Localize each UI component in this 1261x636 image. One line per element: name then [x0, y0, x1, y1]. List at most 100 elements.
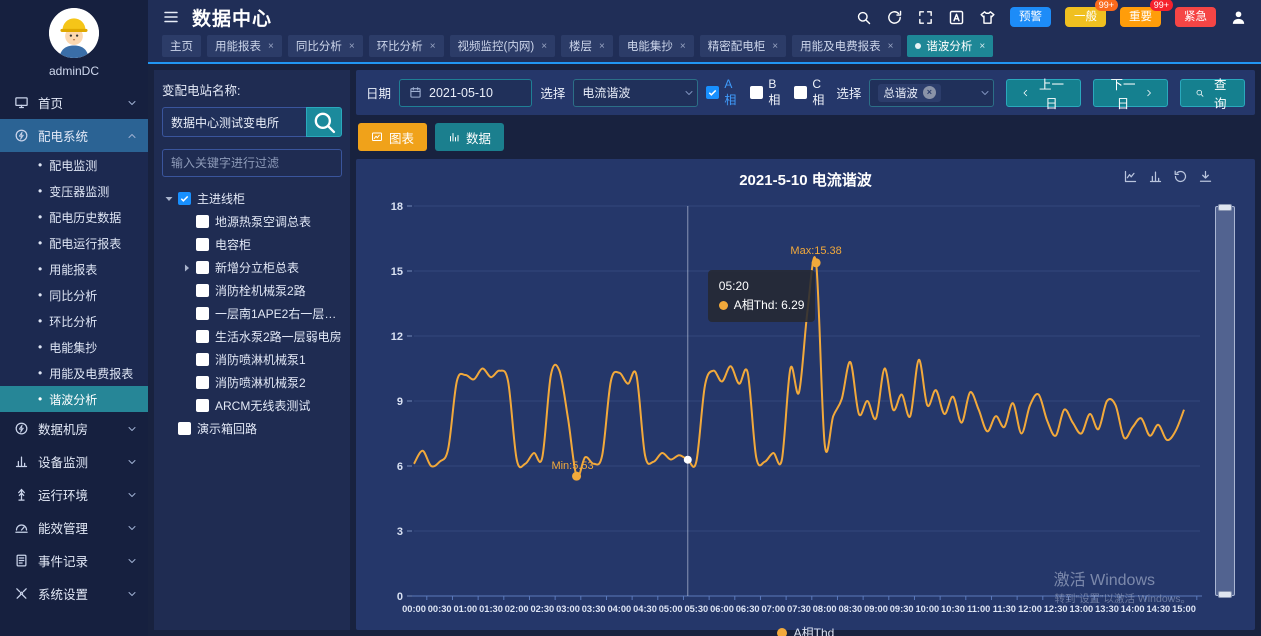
tab-用能报表[interactable]: 用能报表×: [207, 35, 282, 57]
user-icon[interactable]: [1230, 9, 1247, 26]
tree-node-地源热泵空调总表[interactable]: 地源热泵空调总表: [162, 210, 342, 233]
sidebar-item-数据机房[interactable]: 数据机房: [0, 412, 148, 445]
checkbox[interactable]: [196, 284, 209, 297]
alert-button-2[interactable]: 一般99+: [1065, 7, 1106, 27]
theme-icon[interactable]: [979, 9, 996, 26]
caret-down-icon[interactable]: [162, 192, 176, 206]
submenu-item-同比分析[interactable]: •同比分析: [0, 282, 148, 308]
date-picker[interactable]: 2021-05-10: [399, 79, 532, 107]
checkbox[interactable]: [178, 192, 191, 205]
tab-label: 精密配电柜: [708, 38, 766, 54]
sidebar-item-设备监测[interactable]: 设备监测: [0, 445, 148, 478]
tree-node-消防喷淋机械泵1[interactable]: 消防喷淋机械泵1: [162, 348, 342, 371]
tab-close-icon[interactable]: ×: [268, 41, 274, 52]
submenu-item-用能报表[interactable]: •用能报表: [0, 256, 148, 282]
checkbox[interactable]: [196, 330, 209, 343]
download-icon[interactable]: [1198, 169, 1213, 184]
tab-主页[interactable]: 主页: [162, 35, 201, 57]
search-icon[interactable]: [855, 9, 872, 26]
tag-close-icon[interactable]: ×: [923, 86, 936, 99]
tab-close-icon[interactable]: ×: [599, 41, 605, 52]
fullscreen-icon[interactable]: [917, 9, 934, 26]
avatar[interactable]: [49, 8, 99, 58]
tree-node-电容柜[interactable]: 电容柜: [162, 233, 342, 256]
checkbox[interactable]: [750, 86, 763, 99]
line-chart-icon[interactable]: [1123, 169, 1138, 184]
sidebar-item-事件记录[interactable]: 事件记录: [0, 544, 148, 577]
checkbox[interactable]: [794, 86, 807, 99]
tab-环比分析[interactable]: 环比分析×: [369, 35, 444, 57]
submenu-item-谐波分析[interactable]: •谐波分析: [0, 386, 148, 412]
tab-电能集抄[interactable]: 电能集抄×: [619, 35, 694, 57]
checkbox[interactable]: [196, 215, 209, 228]
alert-button-1[interactable]: 预警: [1010, 7, 1051, 27]
phase-checkbox-C相[interactable]: C相: [794, 77, 824, 108]
sidebar-item-能效管理[interactable]: 能效管理: [0, 511, 148, 544]
station-input[interactable]: [162, 107, 306, 137]
next-day-button[interactable]: 下一日: [1093, 79, 1168, 107]
refresh-icon[interactable]: [886, 9, 903, 26]
submenu-item-电能集抄[interactable]: •电能集抄: [0, 334, 148, 360]
alert-button-3[interactable]: 重要99+: [1120, 7, 1161, 27]
checkbox[interactable]: [178, 422, 191, 435]
datazoom-handle-bottom[interactable]: [1218, 591, 1232, 598]
restore-icon[interactable]: [1173, 169, 1188, 184]
phase-checkbox-A相[interactable]: A相: [706, 77, 736, 108]
menu-toggle-icon[interactable]: [162, 8, 180, 26]
submenu-item-配电运行报表[interactable]: •配电运行报表: [0, 230, 148, 256]
tab-精密配电柜[interactable]: 精密配电柜 ×: [700, 35, 786, 57]
checkbox[interactable]: [196, 261, 209, 274]
tree-node-ARCM无线表测试[interactable]: ARCM无线表测试: [162, 394, 342, 417]
submenu-item-环比分析[interactable]: •环比分析: [0, 308, 148, 334]
tab-用能及电费报表[interactable]: 用能及电费报表×: [792, 35, 901, 57]
prev-day-button[interactable]: 上一日: [1006, 79, 1081, 107]
caret-right-icon[interactable]: [180, 261, 194, 275]
tab-close-icon[interactable]: ×: [680, 41, 686, 52]
checkbox[interactable]: [196, 353, 209, 366]
sidebar-item-首页[interactable]: 首页: [0, 86, 148, 119]
datazoom-handle-top[interactable]: [1218, 204, 1232, 211]
harmonic-type-select[interactable]: 电流谐波: [573, 79, 698, 107]
tab-close-icon[interactable]: ×: [541, 41, 547, 52]
checkbox[interactable]: [706, 86, 719, 99]
chart-legend[interactable]: A相Thd: [372, 624, 1239, 636]
sidebar-item-系统设置[interactable]: 系统设置: [0, 577, 148, 610]
tab-close-icon[interactable]: ×: [888, 41, 894, 52]
font-size-icon[interactable]: [948, 9, 965, 26]
checkbox[interactable]: [196, 376, 209, 389]
phase-checkbox-B相[interactable]: B相: [750, 77, 780, 108]
tab-谐波分析[interactable]: 谐波分析×: [907, 35, 993, 57]
tab-close-icon[interactable]: ×: [430, 41, 436, 52]
station-search-button[interactable]: [306, 107, 342, 137]
tree-node-生活水泵2路一层弱电房[interactable]: 生活水泵2路一层弱电房: [162, 325, 342, 348]
tree-filter-input[interactable]: [162, 149, 342, 177]
checkbox[interactable]: [196, 399, 209, 412]
bar-chart-icon[interactable]: [1148, 169, 1163, 184]
tree-node-新增分立柜总表[interactable]: 新增分立柜总表: [162, 256, 342, 279]
datazoom-slider[interactable]: [1215, 206, 1235, 596]
tree-node-演示箱回路[interactable]: 演示箱回路: [162, 417, 342, 440]
checkbox[interactable]: [196, 238, 209, 251]
submenu-item-用能及电费报表[interactable]: •用能及电费报表: [0, 360, 148, 386]
sidebar-item-运行环境[interactable]: 运行环境: [0, 478, 148, 511]
submenu-item-配电监测[interactable]: •配电监测: [0, 152, 148, 178]
tab-close-icon[interactable]: ×: [979, 41, 985, 52]
sidebar-item-配电系统[interactable]: 配电系统: [0, 119, 148, 152]
tab-close-icon[interactable]: ×: [349, 41, 355, 52]
tree-node-一层南1APE2右一层北1APE1左[interactable]: 一层南1APE2右一层北1APE1左: [162, 302, 342, 325]
checkbox[interactable]: [196, 307, 209, 320]
tree-node-消防栓机械泵2路[interactable]: 消防栓机械泵2路: [162, 279, 342, 302]
submenu-item-配电历史数据[interactable]: •配电历史数据: [0, 204, 148, 230]
alert-button-4[interactable]: 紧急: [1175, 7, 1216, 27]
tree-node-消防喷淋机械泵2[interactable]: 消防喷淋机械泵2: [162, 371, 342, 394]
chart-view-button[interactable]: 图表: [358, 123, 427, 151]
harmonic-order-select[interactable]: 总谐波 ×: [869, 79, 994, 107]
tab-close-icon[interactable]: ×: [772, 41, 778, 52]
tab-视频监控(内网)[interactable]: 视频监控(内网)×: [450, 35, 556, 57]
tab-楼层[interactable]: 楼层×: [561, 35, 613, 57]
submenu-item-变压器监测[interactable]: •变压器监测: [0, 178, 148, 204]
query-button[interactable]: 查询: [1180, 79, 1245, 107]
tab-同比分析[interactable]: 同比分析×: [288, 35, 363, 57]
tree-node-主进线柜[interactable]: 主进线柜: [162, 187, 342, 210]
data-view-button[interactable]: 数据: [435, 123, 504, 151]
